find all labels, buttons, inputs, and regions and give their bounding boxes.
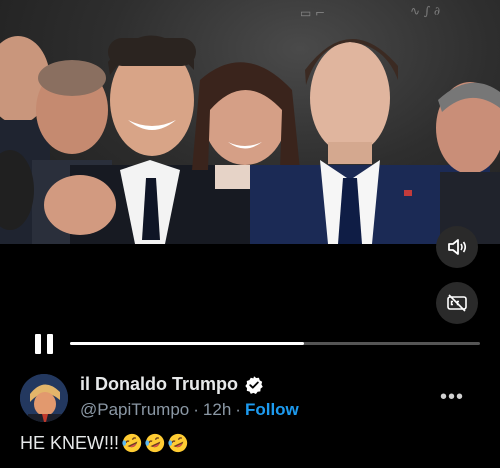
post-text: HE KNEW!!! <box>20 432 189 454</box>
verified-badge-icon <box>245 375 263 394</box>
pause-icon <box>35 334 41 354</box>
video-progress-fill <box>70 342 304 345</box>
rolling-on-floor-laughing-emoji-icon <box>168 433 188 453</box>
meta-separator: · <box>193 400 199 419</box>
pause-button[interactable] <box>35 334 53 354</box>
video-frame-image <box>0 35 500 244</box>
captions-button[interactable] <box>436 282 478 324</box>
author-meta-row: @PapiTrumpo · 12h · Follow <box>80 400 299 420</box>
avatar[interactable] <box>20 374 68 422</box>
speaker-icon <box>448 239 467 255</box>
captions-off-icon <box>447 294 467 312</box>
mute-button[interactable] <box>436 226 478 268</box>
more-options-button[interactable]: ••• <box>440 386 464 409</box>
emoji-row <box>121 432 189 454</box>
video-player[interactable]: ▭ ⌐ ∿ ∫ ∂ <box>0 0 500 244</box>
video-progress-bar[interactable] <box>70 342 480 345</box>
rolling-on-floor-laughing-emoji-icon <box>122 433 142 453</box>
follow-button[interactable]: Follow <box>245 400 299 420</box>
post-time[interactable]: 12h <box>203 400 231 420</box>
author-display-name[interactable]: il Donaldo Trumpo <box>80 374 238 395</box>
meta-separator: · <box>235 400 241 419</box>
rolling-on-floor-laughing-emoji-icon <box>145 433 165 453</box>
author-handle[interactable]: @PapiTrumpo <box>80 400 189 420</box>
author-name-row: il Donaldo Trumpo <box>80 374 264 395</box>
post-text-content: HE KNEW!!! <box>20 432 120 453</box>
